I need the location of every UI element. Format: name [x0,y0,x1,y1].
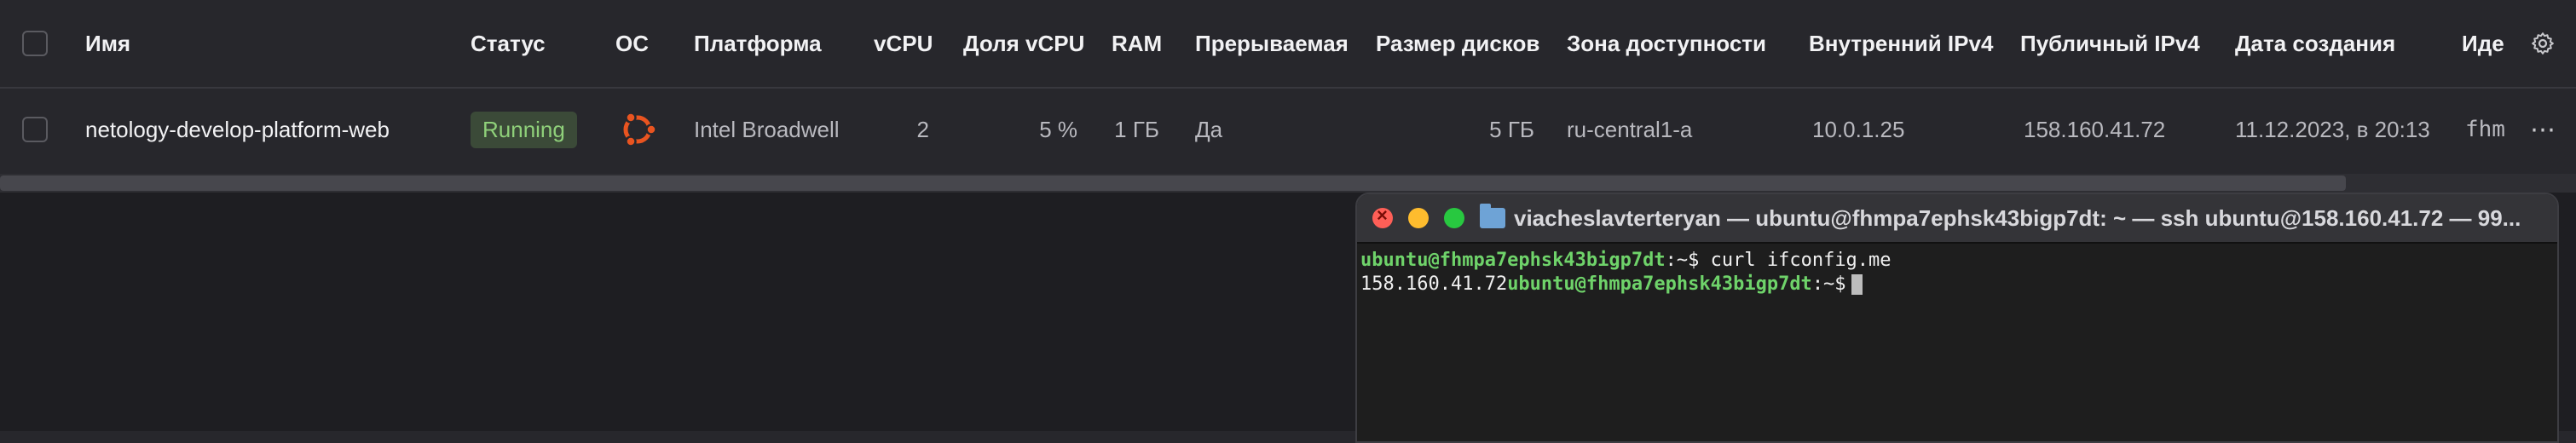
prompt-path: :~$ [1665,250,1700,271]
zoom-window-button[interactable] [1444,208,1464,228]
header-public-ip[interactable]: Публичный IPv4 [2020,0,2200,87]
terminal-line: ubuntu@fhmpa7ephsk43bigp7dt:~$ curl ifco… [1360,249,2554,273]
table-header: Имя Статус ОС Платформа vCPU Доля vCPU R… [0,0,2576,89]
column-settings-button[interactable] [2530,0,2556,87]
vm-table: Имя Статус ОС Платформа vCPU Доля vCPU R… [0,0,2576,193]
prompt-path: :~$ [1811,273,1846,295]
select-all-cell[interactable] [22,0,48,87]
public-ip-value: 158.160.41.72 [2024,116,2166,142]
terminal-title: viacheslavterteryan — ubuntu@fhmpa7ephsk… [1514,204,2521,231]
header-created[interactable]: Дата создания [2235,0,2395,87]
folder-icon [1480,204,1505,228]
disk-size-value: 5 ГБ [1489,116,1534,142]
header-disk-size[interactable]: Размер дисков [1376,0,1539,87]
terminal-cursor [1851,274,1863,295]
created-value: 11.12.2023, в 20:13 [2235,116,2430,142]
terminal-output[interactable]: ubuntu@fhmpa7ephsk43bigp7dt:~$ curl ifco… [1357,244,2557,302]
os-cell [615,89,660,170]
terminal-window[interactable]: viacheslavterteryan — ubuntu@fhmpa7ephsk… [1355,193,2559,443]
terminal-titlebar[interactable]: viacheslavterteryan — ubuntu@fhmpa7ephsk… [1357,194,2557,244]
vcpu-value: 2 [916,116,929,142]
header-internal-ip[interactable]: Внутренний IPv4 [1809,0,1993,87]
close-window-button[interactable] [1372,204,1393,228]
header-preemptible[interactable]: Прерываемая [1195,0,1349,87]
command-text: curl ifconfig.me [1699,250,1892,271]
platform-value: Intel Broadwell [694,116,840,142]
header-platform[interactable]: Платформа [694,0,822,87]
vm-name-link[interactable]: netology-develop-platform-web [85,89,390,170]
preemptible-value: Да [1195,116,1223,142]
ram-value: 1 ГБ [1114,116,1159,142]
status-badge: Running [471,111,577,148]
internal-ip-value: 10.0.1.25 [1812,116,1905,142]
table-row[interactable]: netology-develop-platform-web Running In… [0,89,2576,170]
scrollbar-thumb[interactable] [0,175,2346,191]
ubuntu-icon [623,112,657,147]
header-id[interactable]: Иде [2462,0,2504,87]
zone-value: ru-central1-a [1567,116,1693,142]
header-vcpu[interactable]: vCPU [874,0,933,87]
terminal-line: 158.160.41.72ubuntu@fhmpa7ephsk43bigp7dt… [1360,273,2554,296]
row-checkbox[interactable] [22,117,48,142]
command-output: 158.160.41.72 [1360,273,1508,295]
status-cell: Running [471,89,577,170]
more-icon: ⋯ [2530,115,2557,144]
select-all-checkbox[interactable] [22,31,48,56]
minimize-window-button[interactable] [1408,208,1429,228]
prompt-user-host: ubuntu@fhmpa7ephsk43bigp7dt [1507,273,1812,295]
header-os[interactable]: ОС [615,0,649,87]
header-status[interactable]: Статус [471,0,546,87]
header-zone[interactable]: Зона доступности [1567,0,1766,87]
prompt-user-host: ubuntu@fhmpa7ephsk43bigp7dt [1360,250,1666,271]
header-ram[interactable]: RAM [1112,0,1162,87]
row-actions-button[interactable]: ⋯ [2530,89,2557,170]
row-select-cell[interactable] [22,89,48,170]
gear-icon [2532,32,2554,55]
header-name[interactable]: Имя [85,0,130,87]
id-value: fhm [2465,117,2505,142]
vcpu-share-value: 5 % [1039,116,1077,142]
header-vcpu-share[interactable]: Доля vCPU [963,0,1084,87]
